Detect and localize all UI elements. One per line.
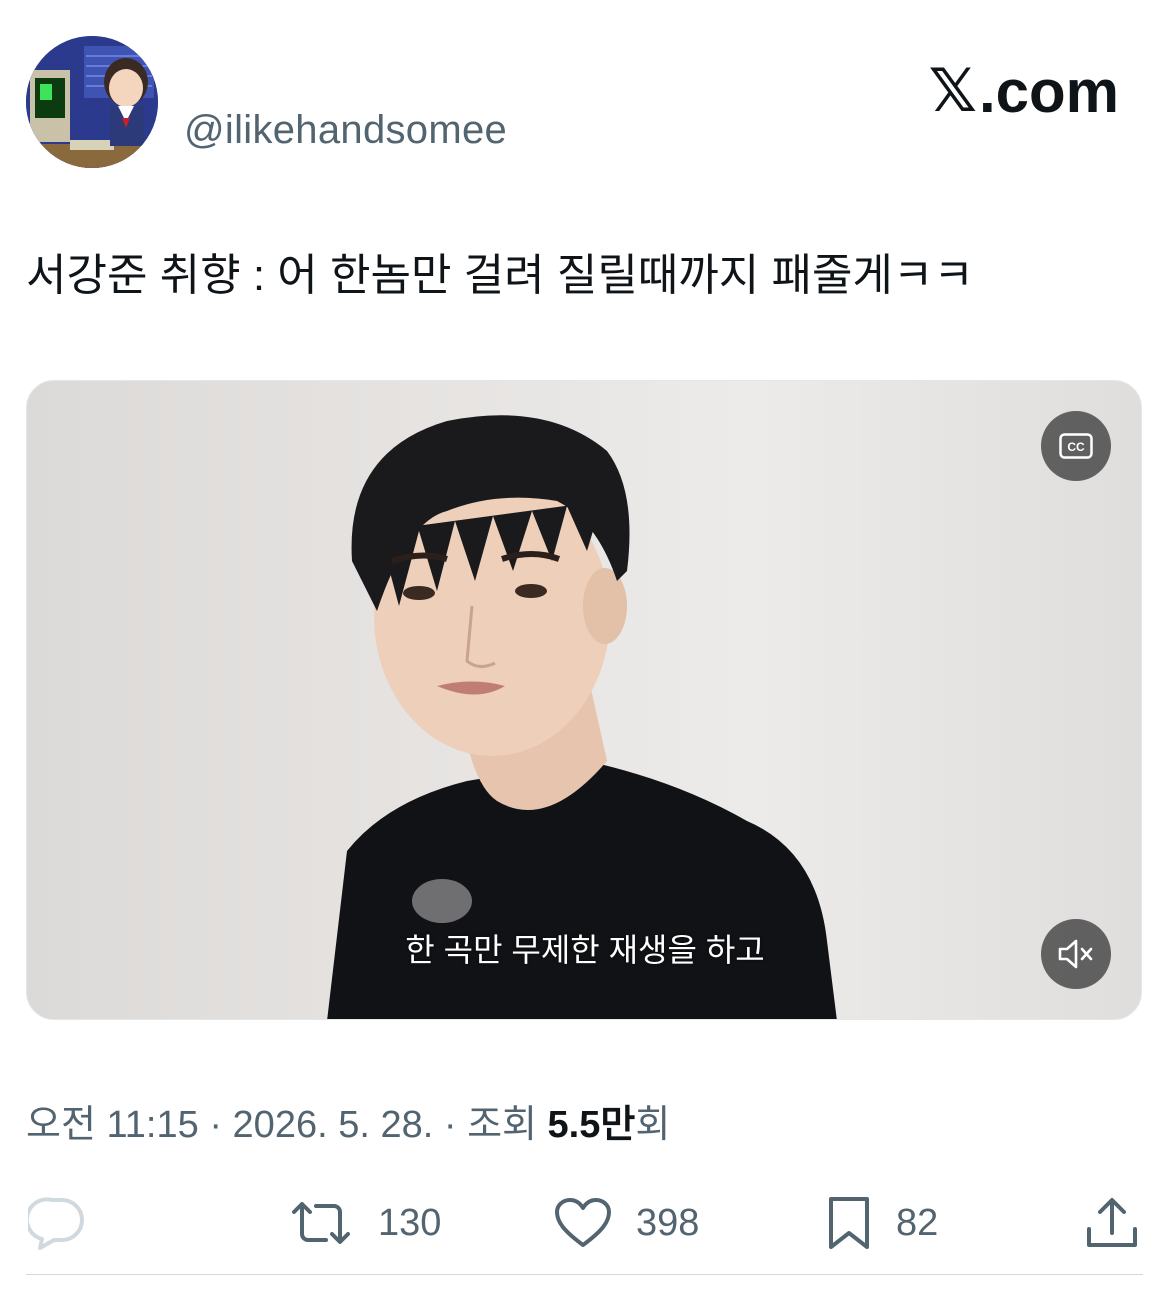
share-button[interactable] bbox=[1084, 1190, 1140, 1256]
tweet-text: 서강준 취향 : 어 한놈만 걸려 질릴때까지 패줄게ㅋㅋ bbox=[26, 251, 974, 300]
tweet-date[interactable]: 2026. 5. 28. bbox=[233, 1104, 434, 1146]
views-label: 조회 bbox=[467, 1104, 537, 1146]
views-suffix: 회 bbox=[635, 1104, 671, 1146]
author-handle[interactable]: @ilikehandsomee bbox=[184, 108, 507, 153]
like-button[interactable]: 398 bbox=[554, 1190, 699, 1256]
tweet-actions: 130 398 82 bbox=[0, 1190, 1169, 1256]
meta-separator: · bbox=[209, 1104, 222, 1146]
tweet-time[interactable]: 오전 11:15 bbox=[26, 1104, 199, 1146]
views-count: 5.5만 bbox=[547, 1104, 636, 1146]
retweet-icon bbox=[292, 1202, 350, 1244]
retweet-button[interactable]: 130 bbox=[288, 1190, 441, 1256]
retweet-count: 130 bbox=[378, 1201, 442, 1244]
closed-captions-button[interactable]: CC bbox=[1041, 411, 1111, 481]
video-subtitle: 한 곡만 무제한 재생을 하고 bbox=[405, 932, 765, 968]
x-com-logo: 𝕏 .com bbox=[929, 56, 1119, 126]
x-logo-glyph: 𝕏 bbox=[928, 57, 977, 124]
share-icon bbox=[1087, 1198, 1137, 1247]
bottom-divider bbox=[26, 1274, 1143, 1275]
bookmark-icon bbox=[829, 1197, 869, 1249]
reply-icon bbox=[28, 1197, 84, 1250]
closed-captions-icon: CC bbox=[1059, 433, 1093, 459]
bookmark-button[interactable]: 82 bbox=[826, 1190, 938, 1256]
author-avatar[interactable] bbox=[26, 36, 158, 168]
bookmark-count: 82 bbox=[896, 1201, 939, 1244]
reply-button[interactable] bbox=[28, 1190, 86, 1256]
tweet-video[interactable]: 한 곡만 무제한 재생을 하고 CC bbox=[26, 380, 1142, 1020]
heart-icon bbox=[555, 1198, 611, 1247]
volume-muted-icon bbox=[1058, 939, 1093, 969]
svg-text:CC: CC bbox=[1067, 440, 1085, 454]
x-logo-domain: .com bbox=[978, 57, 1119, 125]
tweet-meta: 오전 11:15 · 2026. 5. 28. · 조회 5.5만회 bbox=[26, 1093, 670, 1148]
meta-separator: · bbox=[443, 1104, 457, 1146]
like-count: 398 bbox=[636, 1201, 700, 1244]
mute-button[interactable] bbox=[1041, 919, 1111, 989]
